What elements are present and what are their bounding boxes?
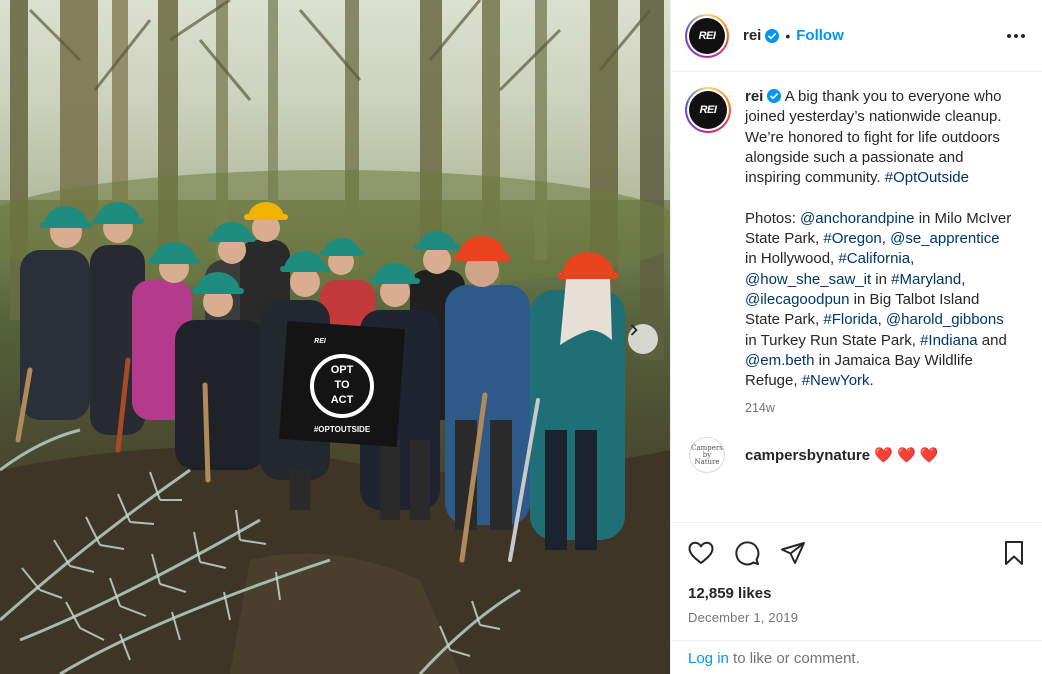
banner-line-1: OPT xyxy=(331,364,354,376)
mention-link[interactable]: @anchorandpine xyxy=(800,210,914,227)
comment-button[interactable] xyxy=(733,539,761,567)
caption: REI rei A big thank you to everyone who … xyxy=(685,87,1026,391)
send-paper-plane-icon xyxy=(781,541,805,564)
commenter-avatar[interactable]: Campers by Nature xyxy=(689,437,725,474)
post-date[interactable]: December 1, 2019 xyxy=(688,610,798,625)
caption-fragment: , xyxy=(961,270,966,288)
caption-username[interactable]: rei xyxy=(745,88,763,105)
mention-link[interactable]: @harold_gibbons xyxy=(886,311,1004,328)
hashtag-link[interactable]: #NewYork xyxy=(802,372,870,389)
profile-avatar[interactable]: REI xyxy=(685,13,729,58)
heart-icon xyxy=(688,541,714,564)
hashtag-link[interactable]: #California xyxy=(838,250,910,267)
like-button[interactable] xyxy=(687,539,715,567)
post-sidebar: REI rei • Follow REI rei A big thank you… xyxy=(670,0,1042,674)
username-link[interactable]: rei xyxy=(743,27,761,44)
hashtag-link[interactable]: #OptOutside xyxy=(885,169,969,186)
follow-button[interactable]: Follow xyxy=(796,27,844,44)
comment-body: ❤️ ❤️ ❤️ xyxy=(870,447,939,465)
caption-fragment: , xyxy=(881,230,891,248)
caption-fragment: in xyxy=(871,270,892,288)
mention-link[interactable]: @how_she_saw_it xyxy=(745,271,871,288)
group-volunteers-photo: OPT TO ACT #OPTOUTSIDE REI xyxy=(0,0,670,674)
banner-line-3: ACT xyxy=(331,394,354,406)
mention-link[interactable]: @se_apprentice xyxy=(890,230,999,247)
commenter-username[interactable]: campersbynature xyxy=(745,447,870,464)
caption-fragment: . xyxy=(869,372,874,390)
post-header: REI rei • Follow xyxy=(671,0,1042,72)
mention-link[interactable]: @ilecagoodpun xyxy=(745,291,849,308)
login-link[interactable]: Log in xyxy=(688,650,729,667)
banner-brand: REI xyxy=(314,338,327,345)
hashtag-link[interactable]: #Indiana xyxy=(920,332,978,349)
login-prompt-text: to like or comment. xyxy=(728,650,860,667)
post-time-ago[interactable]: 214w xyxy=(745,401,1026,415)
comment-bubble-icon xyxy=(735,540,760,565)
verified-badge-icon xyxy=(767,89,782,103)
opt-to-act-banner: OPT TO ACT #OPTOUTSIDE REI xyxy=(279,321,405,447)
save-button[interactable] xyxy=(1000,539,1028,567)
comments-section: REI rei A big thank you to everyone who … xyxy=(671,73,1042,522)
comment-item: Campers by Nature campersbynature ❤️ ❤️ … xyxy=(685,437,1026,474)
post-photo: OPT TO ACT #OPTOUTSIDE REI xyxy=(0,0,670,674)
caption-fragment: , xyxy=(910,250,915,268)
avatar-logo-text: Nature xyxy=(694,457,720,466)
photos-label: Photos: xyxy=(745,209,801,227)
chevron-right-icon xyxy=(631,324,638,336)
more-options-button[interactable] xyxy=(1004,24,1028,48)
rei-logo-avatar: REI xyxy=(689,91,727,129)
caption-fragment: , xyxy=(877,311,886,329)
share-button[interactable] xyxy=(779,539,807,567)
caption-text: rei A big thank you to everyone who join… xyxy=(745,87,1013,391)
caption-fragment: and xyxy=(977,331,1007,349)
more-horizontal-icon xyxy=(1007,33,1025,38)
hashtag-link[interactable]: #Oregon xyxy=(823,230,881,247)
mention-link[interactable]: @em.beth xyxy=(745,352,814,369)
likes-count[interactable]: 12,859 likes xyxy=(688,585,771,602)
bookmark-icon xyxy=(1005,540,1023,565)
caption-avatar[interactable]: REI xyxy=(685,87,731,133)
separator-dot: • xyxy=(785,27,791,44)
hashtag-link[interactable]: #Florida xyxy=(823,311,877,328)
caption-fragment: in Turkey Run State Park, xyxy=(745,331,921,349)
caption-fragment: in Hollywood, xyxy=(745,250,839,268)
rei-logo-avatar: REI xyxy=(689,17,725,54)
banner-hashtag: #OPTOUTSIDE xyxy=(314,425,371,434)
carousel-next-button[interactable] xyxy=(628,324,658,354)
verified-badge-icon xyxy=(765,28,780,43)
banner-line-2: TO xyxy=(334,379,350,391)
login-prompt: Log in to like or comment. xyxy=(671,640,1042,674)
comment-text: campersbynature ❤️ ❤️ ❤️ xyxy=(745,446,939,464)
post-actions xyxy=(671,522,1042,582)
hashtag-link[interactable]: #Maryland xyxy=(891,271,961,288)
